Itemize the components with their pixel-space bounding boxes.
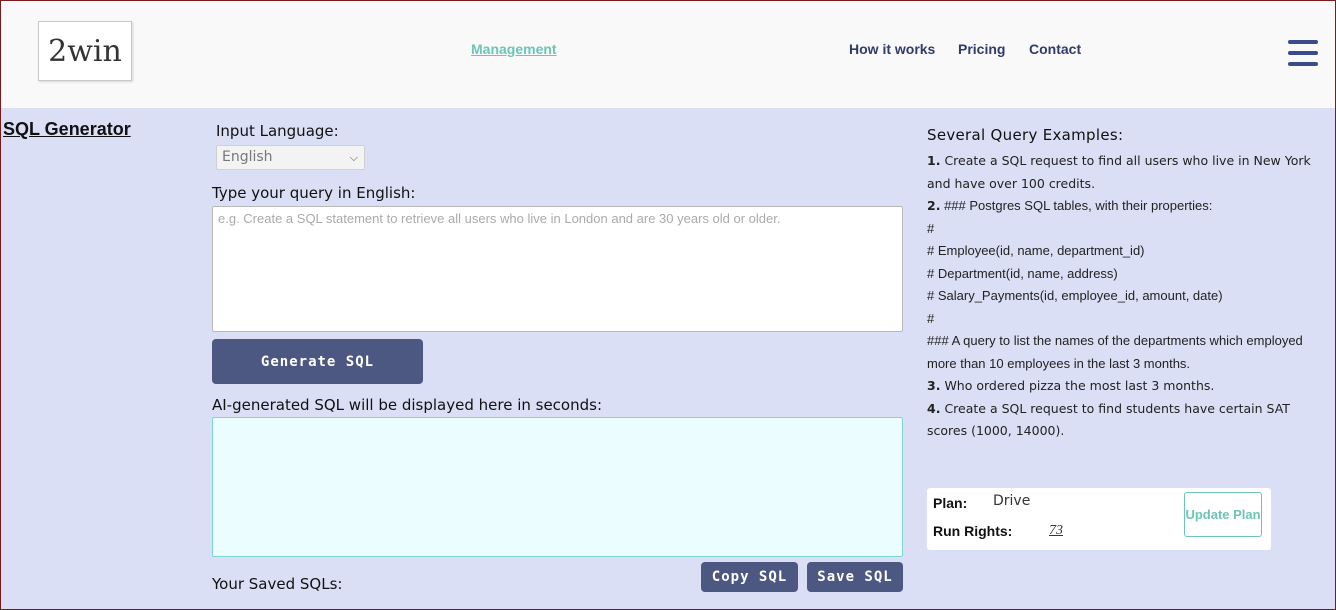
saved-sqls-label: Your Saved SQLs: xyxy=(212,575,343,593)
nav-pricing[interactable]: Pricing xyxy=(958,41,1005,57)
output-label: AI-generated SQL will be displayed here … xyxy=(212,396,603,414)
plan-label: Plan: xyxy=(933,495,968,511)
example-2-line: # xyxy=(927,220,935,236)
example-2-line: # xyxy=(927,310,935,326)
run-rights-value[interactable]: 73 xyxy=(1049,523,1063,539)
example-4: 4. Create a SQL request to find students… xyxy=(927,400,1290,439)
example-2: 2. ### Postgres SQL tables, with their p… xyxy=(927,198,1213,213)
example-1: 1. Create a SQL request to find all user… xyxy=(927,153,1311,191)
example-2-line: # Department(id, name, address) xyxy=(927,265,1118,281)
run-rights-label: Run Rights: xyxy=(933,523,1013,539)
generate-sql-button[interactable]: Generate SQL xyxy=(212,339,423,384)
nav-management[interactable]: Management xyxy=(471,41,557,57)
sql-output-area[interactable] xyxy=(212,417,903,557)
query-examples: Several Query Examples: 1. Create a SQL … xyxy=(927,126,1317,443)
logo[interactable]: 2win xyxy=(38,21,132,81)
input-language-label: Input Language: xyxy=(216,122,339,140)
hamburger-menu-icon[interactable] xyxy=(1288,40,1318,66)
page-title: SQL Generator xyxy=(3,119,131,139)
plan-card: Plan: Drive Run Rights: 73 Update Plan xyxy=(927,488,1271,550)
example-2-line: ### A query to list the names of the dep… xyxy=(927,333,1303,371)
language-selected-value: English xyxy=(222,149,273,165)
language-select[interactable]: English ⌵ xyxy=(216,145,365,170)
header: 2win Management How it works Pricing Con… xyxy=(1,1,1335,108)
plan-value: Drive xyxy=(993,493,1031,509)
example-3: 3. Who ordered pizza the most last 3 mon… xyxy=(927,378,1215,393)
update-plan-button[interactable]: Update Plan xyxy=(1184,492,1262,537)
chevron-down-icon: ⌵ xyxy=(349,151,358,164)
example-2-line: # Employee(id, name, department_id) xyxy=(927,243,1145,258)
copy-sql-button[interactable]: Copy SQL xyxy=(701,562,798,592)
save-sql-button[interactable]: Save SQL xyxy=(807,562,903,592)
example-2-line: # Salary_Payments(id, employee_id, amoun… xyxy=(927,288,1223,303)
type-query-label: Type your query in English: xyxy=(212,184,416,202)
nav-contact[interactable]: Contact xyxy=(1029,41,1081,57)
nav-how-it-works[interactable]: How it works xyxy=(849,41,935,57)
query-input[interactable]: e.g. Create a SQL statement to retrieve … xyxy=(212,206,903,332)
examples-title: Several Query Examples: xyxy=(927,126,1124,144)
